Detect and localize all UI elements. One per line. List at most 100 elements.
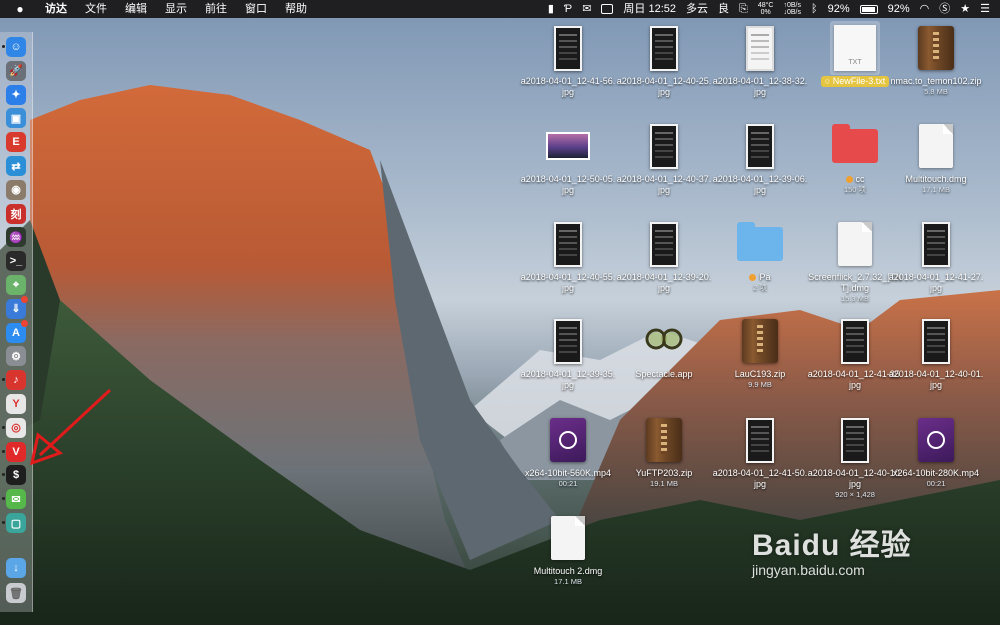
screen-icon[interactable] bbox=[596, 4, 618, 14]
desktop-item-info: 9.9 MB bbox=[748, 380, 772, 389]
desktop-item[interactable]: Multitouch 2.dmg 17.1 MB bbox=[518, 512, 618, 586]
desktop-item-label: a2018-04-01_12-50-05.jpg bbox=[520, 174, 616, 195]
desktop-item[interactable]: Multitouch.dmg 17.1 MB bbox=[886, 120, 986, 194]
menu-edit[interactable]: 编辑 bbox=[116, 0, 156, 18]
dock-downloads-folder-icon[interactable]: ↓ bbox=[6, 558, 26, 578]
menu-help[interactable]: 帮助 bbox=[276, 0, 316, 18]
dock-terminal-2-icon[interactable]: $ bbox=[6, 465, 26, 486]
red-arrow-annotation bbox=[30, 388, 112, 465]
desktop-item-label: Spectacle.app bbox=[635, 369, 693, 379]
image-thumbnail bbox=[554, 221, 582, 267]
battery-percent-b[interactable]: 92% bbox=[883, 0, 915, 18]
dock-vivaldi-icon[interactable]: V bbox=[6, 441, 26, 462]
image-thumbnail bbox=[746, 25, 774, 71]
selection-highlight: TXT bbox=[830, 21, 880, 75]
image-thumbnail bbox=[650, 221, 678, 267]
running-indicator bbox=[2, 473, 5, 477]
dock-chrome-icon[interactable]: ◎ bbox=[6, 417, 26, 438]
dock-terminal-icon[interactable]: >_ bbox=[6, 251, 26, 272]
image-thumbnail bbox=[841, 417, 869, 463]
desktop-item[interactable]: a2018-04-01_12-40-25.jpg bbox=[614, 22, 714, 98]
desktop-item[interactable]: Spectacle.app bbox=[614, 315, 714, 380]
desktop-item-label: a2018-04-01_12-40-55.jpg bbox=[520, 272, 616, 293]
desktop-item[interactable]: a2018-04-01_12-39-20.jpg bbox=[614, 218, 714, 294]
dock-yandex-icon[interactable]: Y bbox=[6, 394, 26, 414]
desktop-item-label: x264-10bit-280K.mp4 bbox=[892, 468, 980, 478]
air-quality[interactable]: 良 bbox=[713, 0, 734, 18]
s-app-icon[interactable]: Ⓢ bbox=[934, 0, 955, 18]
desktop-item-label: a2018-04-01_12-39-20.jpg bbox=[616, 272, 712, 293]
image-thumbnail bbox=[841, 318, 869, 364]
desktop-item[interactable]: x264-10bit-280K.mp4 00:21 bbox=[886, 414, 986, 488]
image-thumbnail bbox=[650, 123, 678, 169]
dock-system-preferences-icon[interactable]: ⚙ bbox=[6, 346, 26, 367]
dock-app-teal-icon[interactable]: ▢ bbox=[6, 513, 26, 533]
list-icon[interactable]: ☰ bbox=[975, 0, 1000, 18]
desktop-item[interactable]: a2018-04-01_12-40-37.jpg bbox=[614, 120, 714, 196]
datetime[interactable]: 周日 12:52 bbox=[618, 0, 681, 18]
dock-app-red-icon[interactable]: E bbox=[6, 132, 26, 153]
dock-launchpad-icon[interactable]: 🚀 bbox=[6, 60, 26, 81]
desktop-item[interactable]: nmac.to_temon102.zip 5.8 MB bbox=[886, 22, 986, 96]
disk-image-icon bbox=[838, 222, 872, 266]
weather[interactable]: 多云 bbox=[681, 0, 713, 18]
desktop-item-info: 2 项 bbox=[753, 283, 767, 292]
image-thumbnail bbox=[554, 25, 582, 71]
wifi-icon[interactable]: ◠ bbox=[915, 0, 935, 18]
menu-window[interactable]: 窗口 bbox=[236, 0, 276, 18]
dock-finder-icon[interactable]: ☺ bbox=[6, 37, 26, 57]
desktop-item-label: a2018-04-01_12-40-01.jpg bbox=[888, 369, 984, 390]
battery-icon[interactable] bbox=[855, 4, 883, 14]
desktop-item-label: x264-10bit-560K.mp4 bbox=[524, 468, 612, 478]
star-icon[interactable]: ★ bbox=[955, 0, 975, 18]
desktop-item[interactable]: a2018-04-01_12-40-55.jpg bbox=[518, 218, 618, 294]
image-thumbnail bbox=[746, 123, 774, 169]
dock-disk-utility-icon[interactable]: ◉ bbox=[6, 179, 26, 200]
desktop-item-label: a2018-04-01_12-41-50.jpg bbox=[712, 468, 808, 489]
dock-maps-icon[interactable]: ⌖ bbox=[6, 275, 26, 295]
desktop-item[interactable]: YuFTP203.zip 19.1 MB bbox=[614, 414, 714, 488]
menu-finder[interactable]: 访达 bbox=[36, 0, 76, 18]
notification-badge bbox=[21, 319, 28, 327]
bookmark-icon[interactable]: ▮ bbox=[543, 0, 559, 18]
menu-view[interactable]: 显示 bbox=[156, 0, 196, 18]
dock-trash-icon[interactable]: 🗑 bbox=[6, 583, 26, 603]
dock-activity-monitor-icon[interactable]: ♒ bbox=[6, 227, 26, 248]
menu-go[interactable]: 前往 bbox=[196, 0, 236, 18]
desktop-item[interactable]: a2018-04-01_12-39-06.jpg bbox=[710, 120, 810, 196]
p-status-icon[interactable]: Ƥ bbox=[559, 0, 577, 18]
cpu-monitor[interactable]: 48°C 0% bbox=[753, 2, 779, 16]
disk-image-icon bbox=[919, 124, 953, 168]
desktop-item[interactable]: LauC193.zip 9.9 MB bbox=[710, 315, 810, 389]
desktop-item[interactable]: a2018-04-01_12-50-05.jpg bbox=[518, 120, 618, 196]
net-down: ↓0B/s bbox=[783, 9, 801, 16]
dock-netease-music-icon[interactable]: ♪ bbox=[6, 370, 26, 391]
dock-app-blue-down-icon[interactable]: ⇓ bbox=[6, 295, 28, 319]
apple-menu-icon[interactable]: ● bbox=[12, 1, 28, 17]
desktop-item[interactable]: a2018-04-01_12-41-27.jpg bbox=[886, 218, 986, 294]
menu-file[interactable]: 文件 bbox=[76, 0, 116, 18]
dock-app-store-icon[interactable]: A bbox=[6, 319, 28, 343]
desktop-item[interactable]: a2018-04-01_12-41-50.jpg bbox=[710, 414, 810, 490]
desktop-item[interactable]: a2018-04-01_12-38-32.jpg bbox=[710, 22, 810, 98]
bluetooth-icon[interactable]: ᛒ bbox=[806, 0, 823, 18]
desktop-item[interactable]: a2018-04-01_12-39-35.jpg bbox=[518, 315, 618, 391]
desktop-item[interactable]: a2018-04-01_12-40-01.jpg bbox=[886, 315, 986, 391]
image-thumbnail bbox=[922, 221, 950, 267]
dock-teamviewer-icon[interactable]: ⇄ bbox=[6, 156, 26, 176]
desktop-item[interactable]: a2018-04-01_12-41-56.jpg bbox=[518, 22, 618, 98]
desktop-item[interactable]: Pa 2 项 bbox=[710, 218, 810, 292]
battery-percent-a[interactable]: 92% bbox=[823, 0, 855, 18]
dock-safari-icon[interactable]: ✦ bbox=[6, 84, 26, 105]
dock-preview-icon[interactable]: ▣ bbox=[6, 108, 26, 129]
zip-archive-icon bbox=[646, 418, 682, 462]
dock-wechat-icon[interactable]: ✉ bbox=[6, 489, 26, 510]
network-monitor[interactable]: ↑0B/s ↓0B/s bbox=[778, 2, 806, 16]
wechat-status-icon[interactable]: ✉ bbox=[577, 0, 596, 18]
cast-icon[interactable]: ⎘ bbox=[734, 0, 753, 18]
desktop-item-label: a2018-04-01_12-38-32.jpg bbox=[712, 76, 808, 97]
dock-app-red-2-icon[interactable]: 刻 bbox=[6, 203, 26, 224]
folder-icon bbox=[737, 222, 783, 261]
desktop-item[interactable]: x264-10bit-560K.mp4 00:21 bbox=[518, 414, 618, 488]
cpu-load: 0% bbox=[760, 9, 771, 16]
